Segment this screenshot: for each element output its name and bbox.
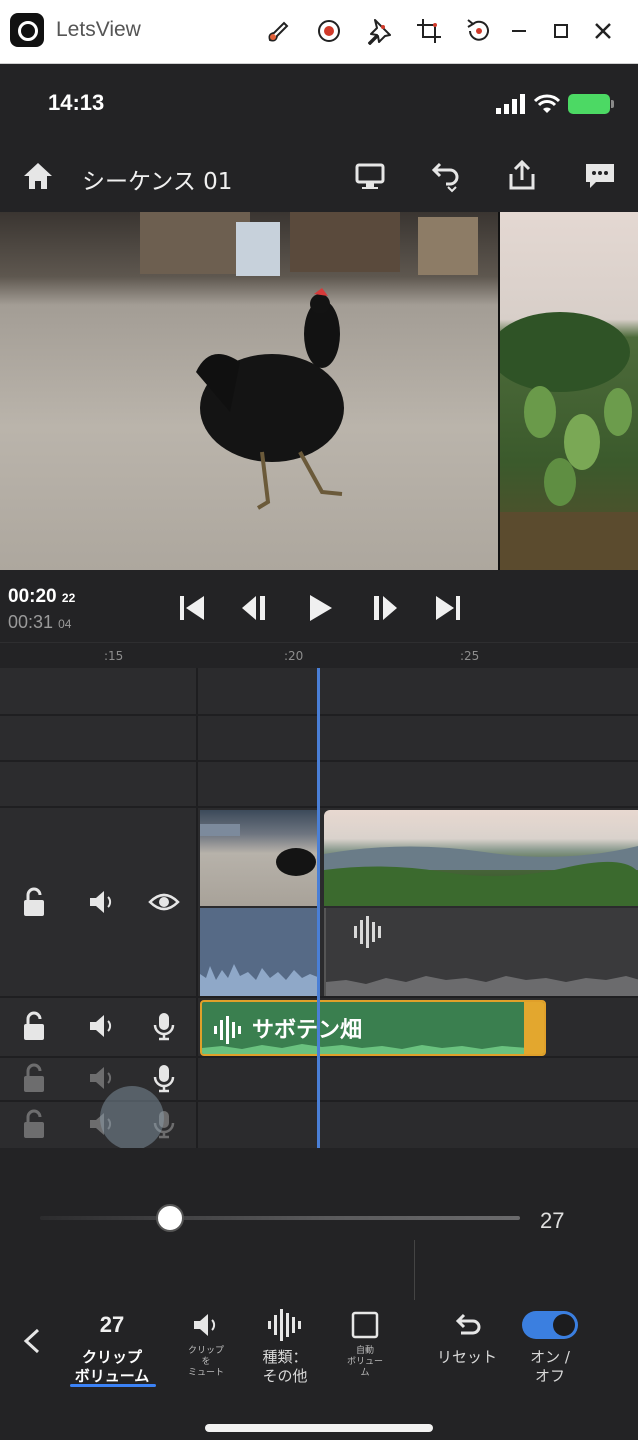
wifi-icon — [534, 94, 560, 113]
app-bar: シーケンス 01 — [0, 144, 638, 210]
audio-clip-saboten-batake[interactable]: サボテン畑 — [200, 1000, 546, 1056]
auto-volume-tool[interactable]: 自動 ボリュー ム — [338, 1308, 392, 1379]
cellular-signal-icon — [496, 94, 525, 114]
reset-tool[interactable]: リセット — [430, 1308, 504, 1367]
host-titlebar: LetsView — [0, 0, 638, 64]
playhead[interactable] — [317, 668, 320, 1150]
ruler-tick: :25 — [460, 649, 480, 663]
step-forward-button[interactable] — [362, 590, 406, 626]
home-indicator[interactable] — [205, 1424, 433, 1432]
current-time: 00:20 — [8, 586, 57, 607]
tool-label: ミュート — [187, 1368, 224, 1378]
touch-indicator — [100, 1086, 164, 1150]
letsview-logo-icon — [10, 13, 44, 47]
sequence-title[interactable]: シーケンス 01 — [82, 162, 232, 196]
speaker-icon[interactable] — [86, 886, 118, 918]
skip-to-end-button[interactable] — [426, 590, 470, 626]
lock-open-icon[interactable] — [18, 1108, 50, 1140]
speaker-icon[interactable] — [86, 1062, 118, 1094]
tool-label: オフ — [534, 1367, 565, 1385]
tool-label: ム — [360, 1368, 370, 1378]
tool-label: クリップ — [187, 1346, 224, 1356]
lock-open-icon[interactable] — [18, 1062, 50, 1094]
undo-icon[interactable] — [426, 158, 462, 194]
battery-charging-icon — [568, 94, 614, 114]
on-off-toggle[interactable] — [522, 1311, 578, 1339]
lock-open-icon[interactable] — [18, 1010, 50, 1042]
tool-label: クリップ — [81, 1348, 142, 1366]
checkbox-icon — [351, 1311, 379, 1339]
tool-label: オン / — [530, 1348, 570, 1366]
home-icon[interactable] — [20, 158, 56, 194]
audio-type-tool[interactable]: 種類： その他 — [250, 1308, 320, 1386]
timeline-ruler[interactable]: :15 :20 :25 — [0, 642, 638, 668]
tool-label: を — [201, 1357, 211, 1367]
chevron-left-icon[interactable] — [20, 1326, 44, 1356]
status-time: 14:13 — [48, 90, 105, 115]
ruler-tick: :20 — [284, 649, 304, 663]
video-preview[interactable] — [0, 212, 638, 570]
skip-to-start-button[interactable] — [170, 590, 214, 626]
eye-icon[interactable] — [148, 886, 180, 918]
play-button[interactable] — [298, 590, 342, 626]
clip-volume-tool[interactable]: 27 クリップ ボリューム — [66, 1308, 158, 1386]
audio-waveform-clip[interactable] — [200, 908, 320, 996]
minimize-icon[interactable] — [504, 16, 534, 46]
tool-label: 種類： — [262, 1348, 308, 1366]
close-icon[interactable] — [588, 16, 618, 46]
video-clip-chicken[interactable] — [200, 810, 320, 906]
current-timecode: 00:20 22 — [8, 586, 75, 608]
preview-frame-cactus — [500, 212, 638, 570]
tool-label: その他 — [262, 1367, 308, 1385]
lock-open-icon[interactable] — [18, 886, 50, 918]
status-icons — [496, 92, 614, 114]
mute-clip-tool[interactable]: クリップ を ミュート — [180, 1308, 232, 1379]
active-tool-indicator — [70, 1384, 156, 1387]
ruler-tick: :15 — [104, 649, 124, 663]
total-timecode: 00:31 04 — [8, 612, 71, 633]
microphone-icon[interactable] — [148, 1062, 180, 1094]
toolbar-divider — [414, 1240, 415, 1300]
current-frames: 22 — [61, 591, 76, 605]
clip-trim-handle[interactable] — [524, 1002, 544, 1054]
on-off-tool[interactable]: オン / オフ — [516, 1308, 584, 1386]
preview-frame-chicken — [0, 212, 498, 570]
tool-label: リセット — [436, 1348, 497, 1366]
record-icon[interactable] — [314, 16, 344, 46]
tool-label: ボリュー — [346, 1357, 383, 1367]
volume-slider-thumb[interactable] — [156, 1204, 184, 1232]
video-clip-cactus-field[interactable] — [324, 810, 638, 906]
microphone-icon[interactable] — [148, 1010, 180, 1042]
transport-controls — [170, 590, 470, 626]
speaker-icon[interactable] — [86, 1010, 118, 1042]
phone-screen: 14:13 シーケンス 01 00:20 22 00:31 04:15:20… — [0, 64, 638, 1440]
waveform-icon — [268, 1309, 301, 1341]
step-back-button[interactable] — [234, 590, 278, 626]
share-icon[interactable] — [504, 158, 540, 194]
waveform-icon — [354, 916, 381, 948]
feedback-icon[interactable] — [582, 158, 618, 194]
audio-waveform-clip[interactable] — [324, 908, 638, 996]
clip-volume-value: 27 — [99, 1312, 125, 1337]
rotate-icon[interactable] — [464, 16, 494, 46]
total-frames: 04 — [58, 617, 72, 631]
maximize-icon[interactable] — [546, 16, 576, 46]
total-time: 00:31 — [8, 612, 54, 632]
tool-label: 自動 — [355, 1346, 374, 1356]
monitor-icon[interactable] — [352, 158, 388, 194]
volume-slider-track[interactable] — [40, 1216, 520, 1220]
speaker-icon — [194, 1314, 216, 1336]
reset-icon — [455, 1313, 481, 1335]
pin-icon[interactable] — [364, 16, 394, 46]
brush-icon[interactable] — [264, 16, 294, 46]
volume-slider-value: 27 — [540, 1208, 565, 1233]
crop-icon[interactable] — [414, 16, 444, 46]
host-app-name: LetsView — [56, 18, 141, 41]
